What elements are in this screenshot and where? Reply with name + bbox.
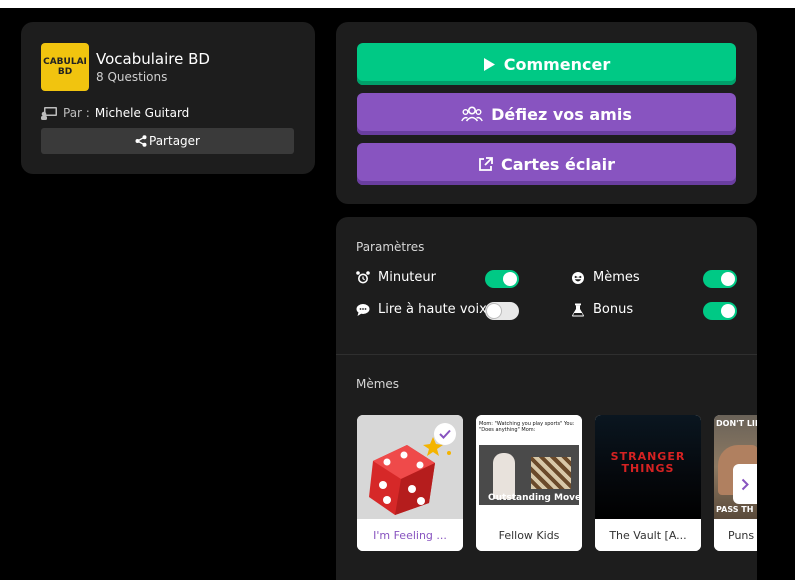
meme-card-fellow-kids[interactable]: Mom: "Watching you play sports" You: "Do… (476, 415, 582, 551)
start-button[interactable]: Commencer (357, 43, 736, 85)
memes-toggle[interactable] (703, 270, 737, 288)
option-memes-label: Mèmes (593, 270, 640, 285)
quiz-info-card: CABULAI BD Vocabulaire BD 8 Questions Pa… (21, 22, 315, 174)
share-button[interactable]: Partager (41, 128, 294, 154)
settings-card: Paramètres Minuteur Mèmes Lire à haute v… (336, 217, 757, 580)
quiz-title: Vocabulaire BD (96, 50, 210, 68)
meme-caption: I'm Feeling ... (357, 519, 463, 551)
author-row: Par : Michele Guitard (41, 106, 189, 120)
alarm-clock-icon (356, 270, 370, 285)
bonus-toggle[interactable] (703, 302, 737, 320)
external-link-icon (478, 156, 493, 172)
meme-overlay-text: STRANGER THINGS (610, 450, 686, 475)
chevron-right-icon (741, 478, 749, 491)
stranger-things-image: STRANGER THINGS (595, 415, 701, 519)
flask-icon (571, 303, 585, 317)
speech-bubble-icon (356, 303, 370, 317)
laughing-face-icon (571, 271, 585, 285)
option-read-aloud: Lire à haute voix (356, 302, 487, 317)
challenge-label: Défiez vos amis (491, 104, 632, 124)
option-bonus: Bonus (571, 302, 633, 317)
section-divider (336, 354, 757, 355)
challenge-friends-button[interactable]: Défiez vos amis (357, 93, 736, 135)
question-count: 8 Questions (96, 70, 168, 84)
by-label: Par : (63, 106, 90, 120)
option-timer: Minuteur (356, 270, 436, 285)
flashcards-label: Cartes éclair (500, 154, 615, 174)
chess-meme-image: Mom: "Watching you play sports" You: "Do… (476, 415, 582, 519)
meme-caption: Puns (714, 519, 757, 551)
read-aloud-toggle-knob (487, 304, 501, 318)
option-memes: Mèmes (571, 270, 640, 285)
thumbnail-text-line1: CABULAI (43, 57, 87, 67)
share-label: Partager (149, 134, 200, 148)
meme-caption: The Vault [A... (595, 519, 701, 551)
share-icon (135, 135, 149, 147)
meme-bottom-text: PASS TH (716, 505, 754, 514)
teacher-icon (41, 106, 57, 120)
carousel-next-button[interactable] (733, 464, 757, 504)
meme-card-the-vault[interactable]: STRANGER THINGS The Vault [A... (595, 415, 701, 551)
timer-toggle-knob (503, 272, 517, 286)
memes-title: Mèmes (356, 377, 400, 391)
read-aloud-toggle[interactable] (485, 302, 519, 320)
quiz-thumbnail[interactable]: CABULAI BD (41, 43, 89, 91)
start-label: Commencer (503, 54, 611, 74)
option-bonus-label: Bonus (593, 302, 634, 317)
meme-overlay-text: Mom: "Watching you play sports" You: "Do… (479, 421, 575, 433)
option-read-aloud-label: Lire à haute voix (378, 302, 487, 317)
thumbnail-text-line2: BD (57, 67, 73, 77)
author-name[interactable]: Michele Guitard (95, 106, 189, 120)
meme-card-feeling-lucky[interactable]: I'm Feeling ... (357, 415, 463, 551)
memes-toggle-knob (721, 272, 735, 286)
play-icon (483, 57, 496, 72)
timer-toggle[interactable] (485, 270, 519, 288)
action-card: Commencer Défiez vos amis Cartes éclair (336, 22, 757, 204)
selected-check-icon (434, 423, 456, 445)
users-icon (461, 106, 483, 122)
option-timer-label: Minuteur (378, 270, 436, 285)
chess-board (531, 457, 571, 489)
settings-title: Paramètres (356, 240, 425, 254)
flashcards-button[interactable]: Cartes éclair (357, 143, 736, 185)
meme-overlay-text: DON'T LIK (716, 419, 757, 428)
top-white-strip (0, 0, 795, 8)
meme-caption: Fellow Kids (476, 519, 582, 551)
bonus-toggle-knob (721, 304, 735, 318)
meme-bottom-text: Outstanding Move (488, 493, 582, 503)
